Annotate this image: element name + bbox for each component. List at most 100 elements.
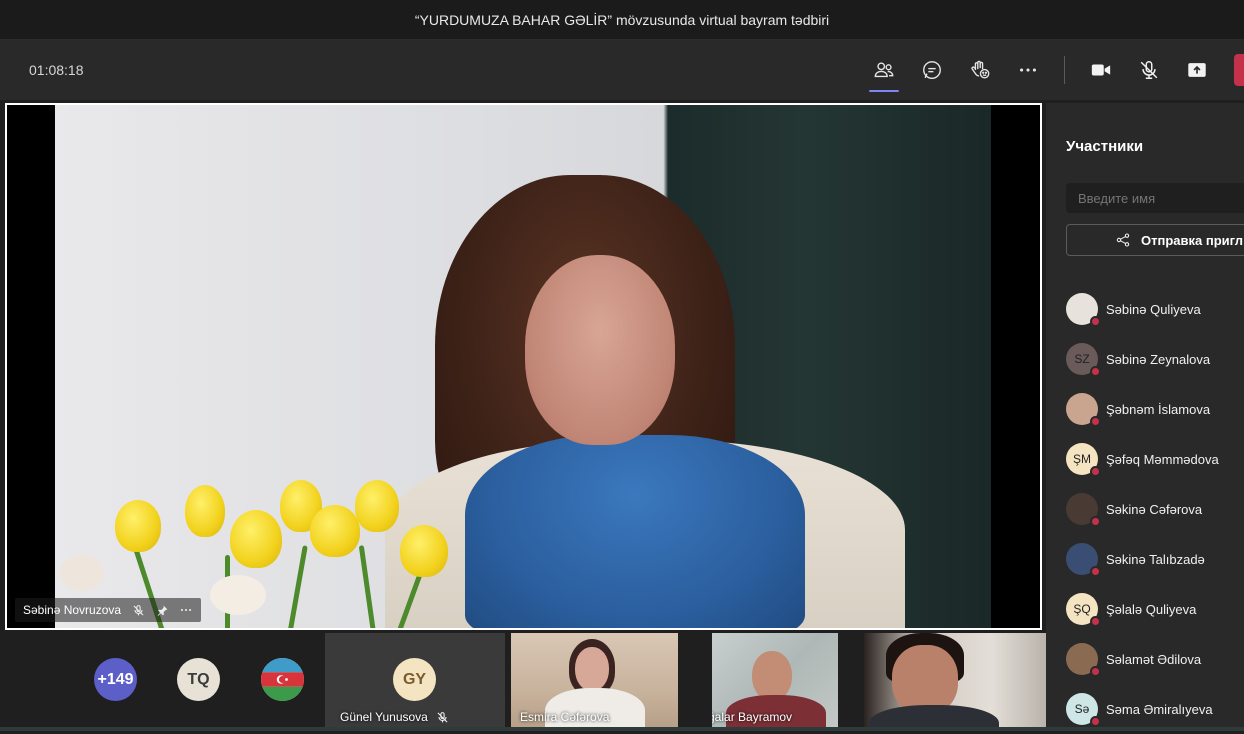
bird-figurine <box>60 555 104 591</box>
status-badge <box>1090 616 1101 627</box>
meeting-title-bar: “YURDUMUZA BAHAR GƏLİR” mövzusunda virtu… <box>0 0 1244 40</box>
overflow-participants-badge[interactable]: +149 <box>94 658 137 701</box>
participant-name: Səbinə Zeynalova <box>1106 351 1211 367</box>
avatar <box>1066 493 1101 527</box>
participant-name: Ağalar Bayramov <box>712 710 793 724</box>
avatar <box>1066 393 1101 427</box>
tulip <box>115 500 161 552</box>
avatar: GY <box>393 658 436 701</box>
participant-list-item[interactable]: Səkinə Cəfərova <box>1066 484 1244 534</box>
avatar: SZ <box>1066 343 1101 377</box>
avatar[interactable]: TQ <box>177 658 220 701</box>
tulip <box>400 525 448 577</box>
meeting-toolbar: 01:08:18 <box>0 40 1244 100</box>
participant-list-item[interactable]: Səbinə Quliyeva <box>1066 284 1244 334</box>
participant-body <box>869 705 999 728</box>
participant-name: Səkinə Cəfərova <box>1106 501 1203 517</box>
speaker-name: Səbinə Novruzova <box>23 603 122 617</box>
more-icon <box>1020 68 1036 72</box>
participant-list-item[interactable]: ŞM Şəfəq Məmmədova <box>1066 434 1244 484</box>
mic-off-icon <box>1140 61 1158 79</box>
chat-icon <box>923 61 941 79</box>
participant-name: Günel Yunusova <box>340 710 428 724</box>
status-badge <box>1090 566 1101 577</box>
share-invite-button[interactable]: Отправка пригл <box>1066 224 1244 256</box>
participant-list-item[interactable]: Səlamət Ədilova <box>1066 634 1244 684</box>
window-bottom-border <box>0 727 1244 731</box>
leave-button[interactable] <box>1234 54 1244 86</box>
status-badge <box>1090 316 1101 327</box>
status-badge <box>1090 666 1101 677</box>
meeting-timer: 01:08:18 <box>29 62 84 78</box>
bird-figurine <box>210 575 266 615</box>
avatar <box>1066 293 1101 327</box>
avatar: Sə <box>1066 693 1101 727</box>
tulip-stem <box>287 545 308 628</box>
status-badge <box>1090 366 1101 377</box>
camera-icon <box>1091 64 1111 76</box>
participant-name: Şəbnəm İslamova <box>1106 401 1211 417</box>
camera-button[interactable] <box>1084 54 1118 86</box>
status-badge <box>1090 516 1101 527</box>
panel-title: Участники <box>1066 138 1144 155</box>
participant-name: Şəlalə Quliyeva <box>1106 601 1197 617</box>
speaker-video <box>55 105 991 628</box>
more-options-button[interactable] <box>1011 54 1045 86</box>
participant-name: Səlamət Ədilova <box>1106 651 1202 667</box>
raise-hand-button[interactable] <box>963 54 997 86</box>
participant-face <box>752 651 792 701</box>
share-screen-icon <box>1188 63 1206 77</box>
participant-list-item[interactable]: Səkinə Talıbzadə <box>1066 534 1244 584</box>
avatar-initials: Sə <box>1074 702 1090 716</box>
participant-search-input[interactable] <box>1066 183 1244 213</box>
participant-face <box>575 647 609 691</box>
avatar-initials: ŞQ <box>1073 602 1091 616</box>
participants-panel: Участники Отправка пригл Səbinə Quliyeva… <box>1046 103 1244 731</box>
avatar-initials: SZ <box>1074 352 1090 366</box>
azerbaijan-flag-icon <box>261 658 304 701</box>
tulip <box>185 485 225 537</box>
participant-list-item[interactable]: ŞQ Şəlalə Quliyeva <box>1066 584 1244 634</box>
status-badge <box>1090 716 1101 727</box>
share-screen-button[interactable] <box>1180 54 1214 86</box>
participant-label: Ağalar Bayramov <box>712 710 792 724</box>
participant-strip: +149 TQ GY Günel Yunusova Esmira Cəfərov… <box>0 630 1046 731</box>
meeting-title: “YURDUMUZA BAHAR GƏLİR” mövzusunda virtu… <box>414 11 830 28</box>
people-icon <box>874 62 894 78</box>
tulip <box>310 505 360 557</box>
speaker-scarf <box>465 435 805 628</box>
avatar <box>1066 643 1101 677</box>
share-icon <box>1116 233 1130 247</box>
participant-name: Səkinə Talıbzadə <box>1106 551 1205 567</box>
participant-list-item[interactable]: SZ Səbinə Zeynalova <box>1066 334 1244 384</box>
more-icon[interactable] <box>179 603 193 617</box>
tulip-stem <box>358 545 377 628</box>
participant-list: Səbinə Quliyeva SZ Səbinə Zeynalova Şəbnəm … <box>1066 284 1244 734</box>
mic-button[interactable] <box>1132 54 1166 86</box>
participant-tile-video[interactable] <box>864 633 1046 728</box>
participants-button[interactable] <box>867 54 901 92</box>
tulip <box>230 510 282 568</box>
status-badge <box>1090 466 1101 477</box>
chat-button[interactable] <box>915 54 949 86</box>
participant-tile-gunel[interactable]: GY Günel Yunusova <box>325 633 505 728</box>
avatar: ŞM <box>1066 443 1101 477</box>
main-video-stage: Səbinə Novruzova <box>5 103 1042 630</box>
status-badge <box>1090 416 1101 427</box>
speaker-name-plate: Səbinə Novruzova <box>15 598 202 622</box>
tulip <box>355 480 399 532</box>
pin-icon[interactable] <box>155 603 169 617</box>
participant-tile-esmira[interactable]: Esmira Cəfərova <box>511 633 678 728</box>
avatar[interactable] <box>261 658 304 701</box>
avatar <box>1066 543 1101 577</box>
participant-name: Şəfəq Məmmədova <box>1106 451 1219 467</box>
toolbar-divider <box>1064 56 1065 84</box>
participant-label: Günel Yunusova <box>340 710 449 724</box>
avatar-initials: ŞM <box>1073 452 1091 466</box>
mic-off-icon <box>131 603 145 617</box>
avatar: ŞQ <box>1066 593 1101 627</box>
participant-list-item[interactable]: Şəbnəm İslamova <box>1066 384 1244 434</box>
participant-tile-agalar[interactable]: Ağalar Bayramov <box>712 633 838 728</box>
share-invite-label: Отправка пригл <box>1141 232 1243 248</box>
participant-name: Səma Əmiralıyeva <box>1106 701 1213 717</box>
